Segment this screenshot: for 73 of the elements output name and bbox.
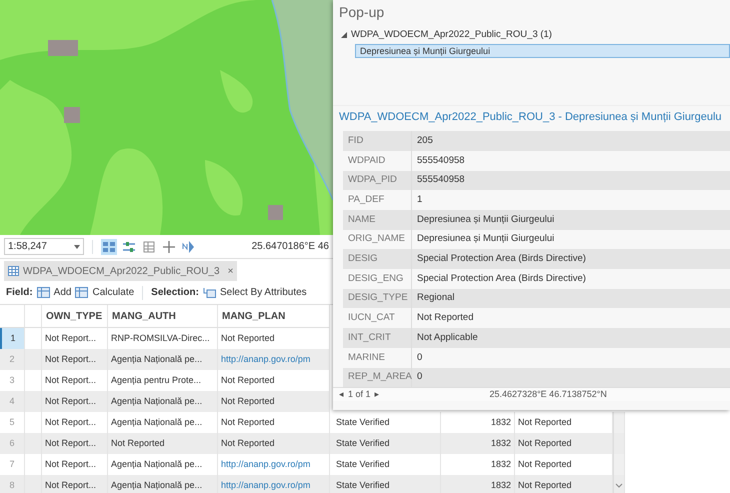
- link-cell[interactable]: http://ananp.gov.ro/pm: [218, 475, 330, 493]
- feature-item[interactable]: Depresiunea și Munții Giurgeului: [355, 44, 730, 58]
- field-value: Depresiunea și Munții Giurgeului: [412, 210, 730, 230]
- field-name: DESIG_TYPE: [343, 288, 412, 308]
- field-name: NAME: [343, 210, 412, 230]
- table-cell: Agenția Națională pe...: [108, 349, 218, 370]
- table-cell: State Verified: [333, 475, 441, 493]
- table-cell: Not Reported: [218, 391, 330, 412]
- table-cell: Not Reported: [108, 433, 218, 454]
- field-value: 555540958: [412, 170, 730, 190]
- field-value: Special Protection Area (Birds Directive): [416, 272, 587, 286]
- field-value: 0: [416, 350, 424, 365]
- field-value: Special Protection Area (Birds Directive): [412, 249, 730, 270]
- field-value: Depresiunea și Munții Giurgeului: [416, 232, 556, 246]
- coordinates-text: 25.4627328°E 46.7138752°N: [490, 388, 607, 401]
- expanded-icon[interactable]: [341, 32, 347, 38]
- field-label: Field:: [6, 286, 33, 300]
- column-header[interactable]: MANG_PLAN: [218, 305, 330, 328]
- north-arrow-icon[interactable]: [181, 238, 197, 254]
- field-value: 205: [412, 131, 730, 151]
- link-cell[interactable]: http://ananp.gov.ro/pm: [218, 349, 330, 370]
- table-cell: [25, 475, 42, 493]
- next-button[interactable]: ▸: [374, 388, 380, 402]
- table-cell: Not Reported: [515, 475, 613, 493]
- table-tab[interactable]: WDPA_WDOECM_Apr2022_Public_ROU_3 ×: [4, 261, 238, 281]
- layer-tree-item[interactable]: WDPA_WDOECM_Apr2022_Public_ROU_3 (1): [333, 28, 730, 42]
- table-cell: 1832: [441, 433, 515, 454]
- column-header[interactable]: MANG_AUTH: [108, 305, 218, 328]
- table-cell: [25, 349, 42, 370]
- field-value: Regional: [412, 288, 730, 308]
- table-icon: [75, 287, 88, 298]
- field-name: REP_M_AREA: [343, 368, 412, 388]
- scroll-down-icon[interactable]: [615, 483, 623, 488]
- coordinates-text: 25.6470186°E 46: [252, 240, 329, 254]
- table-cell: State Verified: [333, 433, 441, 454]
- table-cell: Not Report...: [42, 391, 108, 412]
- pager-text: 1 of 1: [348, 388, 371, 401]
- field-name: INT_CRIT: [343, 328, 412, 348]
- table-cell: [25, 433, 42, 454]
- field-name: FID: [343, 131, 412, 151]
- table-cell: Not Report...: [42, 349, 108, 370]
- close-button[interactable]: ×: [228, 264, 234, 278]
- column-header[interactable]: OWN_TYPE: [42, 305, 108, 328]
- calculate-button[interactable]: Calculate: [75, 285, 134, 300]
- crosshair-icon[interactable]: [161, 238, 177, 254]
- table-icon: [8, 266, 19, 276]
- field-value: 555540958: [416, 154, 466, 168]
- add-field-button[interactable]: Add: [36, 285, 72, 300]
- field-value: Not Applicable: [412, 328, 730, 348]
- panel-title: Pop-up: [338, 3, 386, 22]
- row-number[interactable]: 1: [0, 328, 25, 349]
- previous-button[interactable]: ◂: [339, 388, 344, 402]
- scale-dropdown[interactable]: 1:58,247: [4, 238, 84, 255]
- popup-heading: WDPA_WDOECM_Apr2022_Public_ROU_3 - Depresiunea și Munții Giurgeulu: [333, 105, 730, 126]
- table-icon[interactable]: [141, 238, 157, 254]
- table-selection-icon: [202, 287, 216, 298]
- field-value: Not Reported: [416, 311, 475, 326]
- table-icon: [36, 287, 50, 298]
- table-cell: Agenția Națională pe...: [108, 391, 218, 412]
- caret-icon[interactable]: [74, 244, 80, 248]
- field-name: WDPA_PID: [343, 170, 412, 190]
- table-cell: [25, 391, 42, 412]
- table-cell: Agenția Națională pe...: [108, 475, 218, 493]
- table-cell: Not Report...: [42, 433, 108, 454]
- field-value: 0: [412, 368, 730, 388]
- select-by-attributes-button[interactable]: Select By Attributes: [202, 285, 307, 300]
- table-cell: 1832: [441, 475, 515, 493]
- field-value: 1: [416, 193, 424, 208]
- table-cell: Not Reported: [218, 433, 330, 454]
- field-name: DESIG: [343, 249, 412, 270]
- table-cell: Not Reported: [515, 433, 613, 454]
- table-cell: Not Report...: [42, 475, 108, 493]
- selection-label: Selection:: [151, 286, 199, 300]
